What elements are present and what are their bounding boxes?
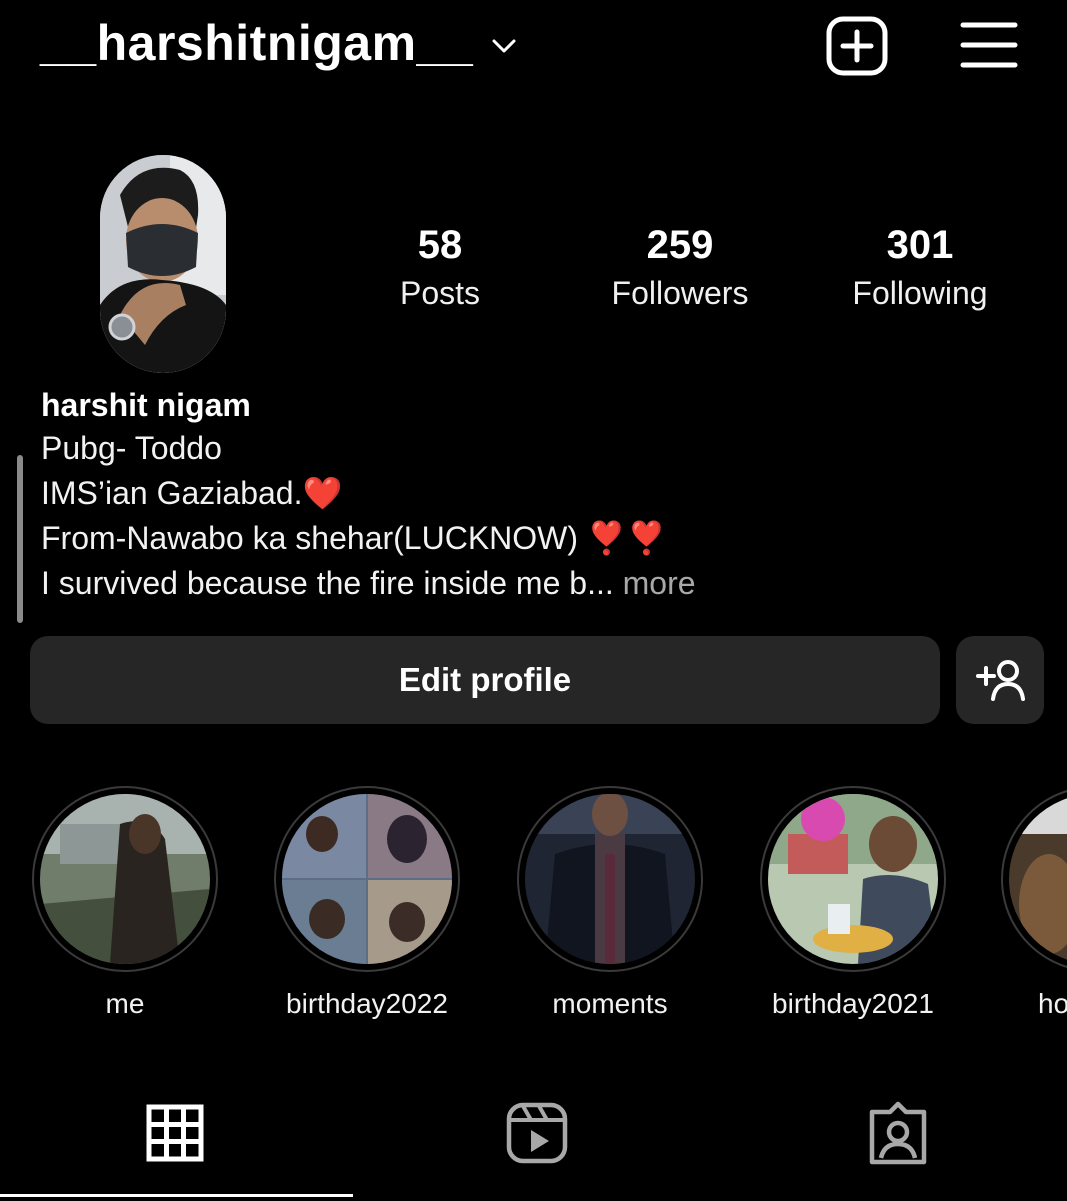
highlight-ring [517, 786, 703, 972]
stat-following[interactable]: 301 Following [820, 222, 1020, 316]
highlight-ring [274, 786, 460, 972]
highlight-moments[interactable]: moments [515, 786, 705, 1020]
highlight-cover [768, 794, 938, 964]
highlight-label: birthday2021 [772, 988, 934, 1019]
chevron-down-icon [492, 39, 516, 53]
hamburger-menu-icon[interactable] [960, 20, 1018, 70]
highlight-partial[interactable]: ho [1001, 786, 1067, 1020]
posts-label: Posts [399, 275, 481, 311]
followers-count: 259 [646, 223, 714, 267]
username: __harshitnigam__ [40, 15, 474, 71]
highlight-birthday2022[interactable]: birthday2022 [272, 786, 462, 1020]
highlight-me[interactable]: me [30, 786, 220, 1020]
followers-label: Followers [611, 275, 749, 311]
highlight-label: ho [1038, 988, 1067, 1019]
reels-icon[interactable] [505, 1100, 569, 1166]
highlight-label: me [105, 988, 145, 1019]
top-bar: __harshitnigam__ [0, 0, 1067, 90]
active-tab-indicator [0, 1194, 353, 1197]
edit-profile-button[interactable]: Edit profile [30, 636, 940, 724]
highlight-birthday2021[interactable]: birthday2021 [758, 786, 948, 1020]
bio-line-truncated: I survived because the fire inside me b.… [41, 561, 1041, 606]
account-switcher[interactable]: __harshitnigam__ [40, 14, 519, 72]
highlight-label: birthday2022 [286, 988, 448, 1019]
posts-count: 58 [417, 223, 463, 267]
highlight-cover [40, 794, 210, 964]
highlight-cover [525, 794, 695, 964]
more-link[interactable]: more [614, 565, 696, 601]
stat-followers[interactable]: 259 Followers [580, 222, 780, 316]
stat-posts[interactable]: 58 Posts [340, 222, 540, 316]
profile-avatar[interactable] [100, 155, 226, 373]
profile-bio: harshit nigam Pubg- Toddo IMS’ian Gaziab… [41, 384, 1041, 606]
highlight-cover [282, 794, 452, 964]
bio-line: From-Nawabo ka shehar(LUCKNOW) ❣️❣️ [41, 520, 667, 556]
highlight-cover [1009, 794, 1067, 964]
highlight-label: moments [552, 988, 668, 1019]
posts-grid-icon[interactable] [143, 1100, 207, 1166]
tagged-icon[interactable] [866, 1100, 930, 1166]
display-name: harshit nigam [41, 387, 251, 423]
add-person-icon [976, 660, 1025, 701]
following-label: Following [852, 275, 988, 311]
discover-people-button[interactable] [956, 636, 1044, 724]
bio-line: IMS’ian Gaziabad.❤️ [41, 475, 343, 511]
following-count: 301 [886, 223, 954, 267]
profile-screen: __harshitnigam__ 58 Posts 259 Followers … [0, 0, 1067, 1201]
scroll-indicator [17, 455, 23, 623]
highlight-ring [32, 786, 218, 972]
highlight-ring [1001, 786, 1067, 972]
highlight-ring [760, 786, 946, 972]
bio-line-text: I survived because the fire inside me b.… [41, 565, 614, 601]
bio-line: Pubg- Toddo [41, 430, 222, 466]
plus-square-icon[interactable] [826, 16, 888, 76]
